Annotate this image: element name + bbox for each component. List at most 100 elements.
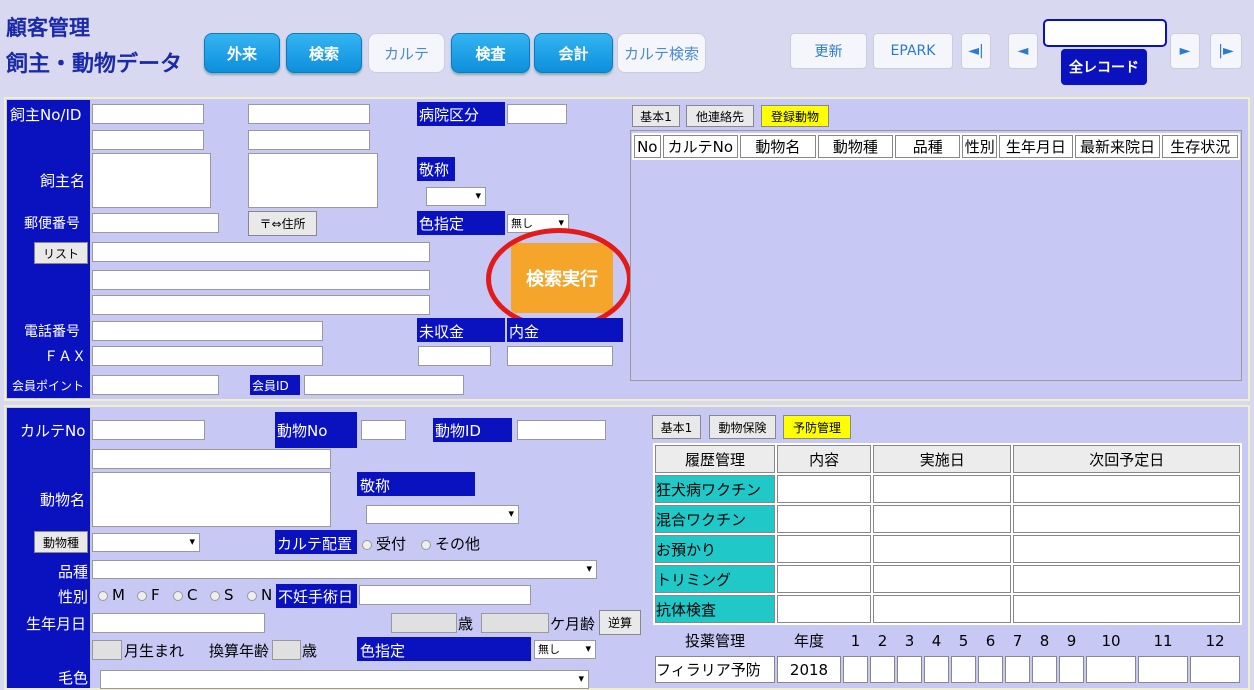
address2-input[interactable] [92, 270, 430, 290]
sex-f-radio[interactable]: F [137, 586, 160, 604]
prev-cell[interactable] [1013, 595, 1240, 623]
prev-header-date: 実施日 [873, 445, 1012, 473]
owner-tab-basic[interactable]: 基本1 [632, 105, 680, 127]
prev-cell[interactable] [1013, 535, 1240, 563]
prev-cell[interactable] [777, 595, 872, 623]
sex-m-radio[interactable]: M [98, 586, 125, 604]
nav-billing-button[interactable]: 会計 [534, 33, 613, 73]
animal-name-input[interactable] [92, 472, 331, 527]
owner-firstname-input[interactable] [248, 153, 378, 208]
med-cell[interactable] [1059, 656, 1084, 683]
animal-tab-prevention[interactable]: 予防管理 [783, 415, 851, 439]
prev-cell[interactable] [873, 565, 1012, 593]
animal-no-input[interactable] [361, 420, 406, 440]
address3-input[interactable] [92, 295, 430, 315]
chart-no-input[interactable] [92, 420, 205, 440]
prev-cell[interactable] [777, 505, 872, 533]
owner-tab-animals[interactable]: 登録動物 [761, 105, 829, 127]
nav-chart-button[interactable]: カルテ [368, 33, 445, 73]
owner-kana-input[interactable] [92, 130, 204, 150]
hospital-input[interactable] [507, 104, 567, 124]
update-button[interactable]: 更新 [790, 33, 867, 69]
age-years-input[interactable] [391, 613, 457, 633]
owner-lastname-input[interactable] [92, 153, 211, 208]
prev-record-icon[interactable]: ◄ [1008, 33, 1038, 69]
owner-tab-contacts[interactable]: 他連絡先 [686, 105, 754, 127]
phone-input[interactable] [92, 321, 323, 341]
record-search-input[interactable] [1043, 19, 1167, 47]
prev-row-trimming: トリミング [655, 565, 775, 593]
prev-cell[interactable] [777, 535, 872, 563]
converted-age-input[interactable] [272, 640, 301, 660]
med-cell[interactable] [1086, 656, 1136, 683]
reverse-calc-button[interactable]: 逆算 [599, 610, 641, 635]
epark-button[interactable]: EPARK [873, 33, 953, 69]
animal-kana-input[interactable] [92, 449, 331, 469]
species-select[interactable] [92, 533, 200, 552]
birthdate-input[interactable] [92, 613, 265, 633]
postal-input[interactable] [92, 213, 219, 233]
owner-no-input[interactable] [92, 104, 204, 124]
prev-cell[interactable] [873, 475, 1012, 503]
prev-row-combo: 混合ワクチン [655, 505, 775, 533]
unpaid-input[interactable] [418, 346, 491, 366]
prev-cell[interactable] [1013, 475, 1240, 503]
coat-color-select[interactable] [100, 670, 589, 689]
col-sex: 性別 [962, 135, 998, 158]
med-header-10: 9 [1059, 627, 1084, 654]
owner-honorific-select[interactable] [426, 187, 486, 206]
animal-tab-basic[interactable]: 基本1 [652, 415, 701, 439]
age-months-input[interactable] [481, 613, 549, 633]
nav-search-button[interactable]: 検索 [286, 33, 362, 73]
animal-color-select[interactable]: 無し [534, 640, 596, 659]
nav-exam-button[interactable]: 検査 [451, 33, 530, 73]
prev-cell[interactable] [1013, 505, 1240, 533]
chart-place-reception-radio[interactable]: 受付 [362, 533, 406, 554]
animal-honorific-select[interactable] [366, 505, 519, 524]
prev-cell[interactable] [777, 565, 872, 593]
med-cell[interactable] [924, 656, 949, 683]
sex-n-radio[interactable]: N [247, 586, 272, 604]
breakdown-input[interactable] [507, 346, 613, 366]
last-record-icon[interactable]: |► [1210, 33, 1242, 69]
med-cell[interactable] [1138, 656, 1188, 683]
prev-cell[interactable] [1013, 565, 1240, 593]
med-cell[interactable] [1005, 656, 1030, 683]
sex-s-radio[interactable]: S [210, 586, 234, 604]
med-cell[interactable] [843, 656, 868, 683]
med-cell[interactable] [978, 656, 1003, 683]
animal-honorific-label: 敬称 [360, 477, 391, 495]
col-chart-no: カルテNo [662, 135, 739, 158]
next-record-icon[interactable]: ► [1170, 33, 1200, 69]
list-button[interactable]: リスト [34, 242, 88, 264]
member-id-input[interactable] [304, 375, 464, 395]
all-records-button[interactable]: 全レコード [1061, 49, 1147, 85]
med-cell[interactable] [951, 656, 976, 683]
nav-outpatient-button[interactable]: 外来 [204, 33, 280, 73]
animal-tab-insurance[interactable]: 動物保険 [709, 415, 776, 439]
prev-cell[interactable] [777, 475, 872, 503]
med-cell[interactable] [870, 656, 895, 683]
birth-month-input[interactable] [92, 640, 122, 660]
postal-address-button[interactable]: 〒⇔住所 [248, 211, 317, 236]
med-cell[interactable] [1032, 656, 1057, 683]
owner-name-label: 飼主名 [40, 172, 86, 190]
neuter-date-input[interactable] [359, 585, 531, 605]
prev-cell[interactable] [873, 595, 1012, 623]
address1-input[interactable] [92, 242, 430, 262]
med-cell[interactable] [897, 656, 922, 683]
member-points-input[interactable] [92, 375, 219, 395]
prev-cell[interactable] [873, 535, 1012, 563]
owner-id-input[interactable] [248, 104, 370, 124]
animal-id-input[interactable] [517, 420, 606, 440]
fax-input[interactable] [92, 346, 323, 366]
prev-cell[interactable] [873, 505, 1012, 533]
sex-c-radio[interactable]: C [173, 586, 197, 604]
owner-kana2-input[interactable] [248, 130, 370, 150]
first-record-icon[interactable]: ◄| [961, 33, 991, 69]
breed-select[interactable] [92, 560, 597, 579]
nav-chart-search-button[interactable]: カルテ検索 [617, 33, 706, 73]
species-button[interactable]: 動物種 [34, 531, 88, 553]
chart-place-other-radio[interactable]: その他 [421, 533, 480, 554]
med-cell[interactable] [1190, 656, 1240, 683]
